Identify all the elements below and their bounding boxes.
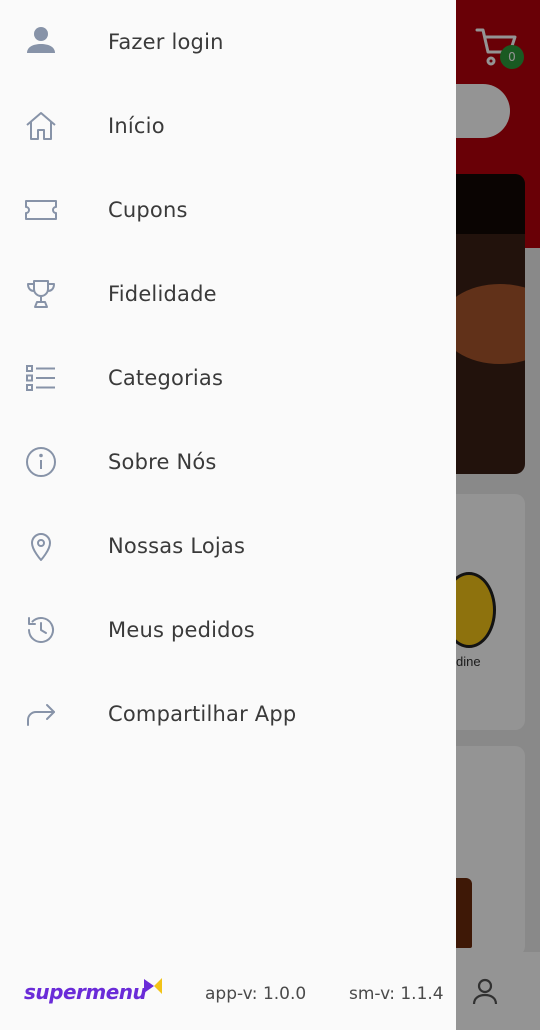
menu-item-stores[interactable]: Nossas Lojas — [0, 504, 456, 588]
menu-item-label: Categorias — [108, 366, 224, 390]
menu-item-label: Compartilhar App — [108, 702, 297, 726]
brand-mark-icon — [144, 978, 162, 994]
supermenu-logo: supermenu — [24, 978, 162, 1010]
app-version: app-v: 1.0.0 — [205, 984, 307, 1004]
list-icon — [24, 362, 58, 394]
menu-item-label: Fidelidade — [108, 282, 217, 306]
menu-item-coupons[interactable]: Cupons — [0, 168, 456, 252]
ticket-icon — [24, 194, 58, 226]
menu-item-orders[interactable]: Meus pedidos — [0, 588, 456, 672]
menu-item-label: Cupons — [108, 198, 188, 222]
menu-item-home[interactable]: Início — [0, 84, 456, 168]
navigation-drawer: Fazer login Início Cupons Fidelidade Cat… — [0, 0, 456, 1030]
menu-item-label: Nossas Lojas — [108, 534, 246, 558]
menu-item-loyalty[interactable]: Fidelidade — [0, 252, 456, 336]
menu-item-label: Meus pedidos — [108, 618, 255, 642]
person-icon — [24, 26, 58, 58]
menu-item-login[interactable]: Fazer login — [0, 0, 456, 84]
history-icon — [24, 614, 58, 646]
menu-item-about[interactable]: Sobre Nós — [0, 420, 456, 504]
home-icon — [24, 110, 58, 142]
trophy-icon — [24, 278, 58, 310]
info-icon — [24, 446, 58, 478]
sm-version: sm-v: 1.1.4 — [349, 984, 444, 1004]
drawer-footer: supermenu app-v: 1.0.0 sm-v: 1.1.4 — [0, 960, 456, 1030]
menu-item-label: Fazer login — [108, 30, 224, 54]
location-pin-icon — [24, 530, 58, 562]
brand-name: supermenu — [24, 980, 147, 1004]
menu-item-categories[interactable]: Categorias — [0, 336, 456, 420]
menu-item-label: Sobre Nós — [108, 450, 217, 474]
share-icon — [24, 698, 58, 730]
menu-item-label: Início — [108, 114, 165, 138]
menu-item-share[interactable]: Compartilhar App — [0, 672, 456, 756]
